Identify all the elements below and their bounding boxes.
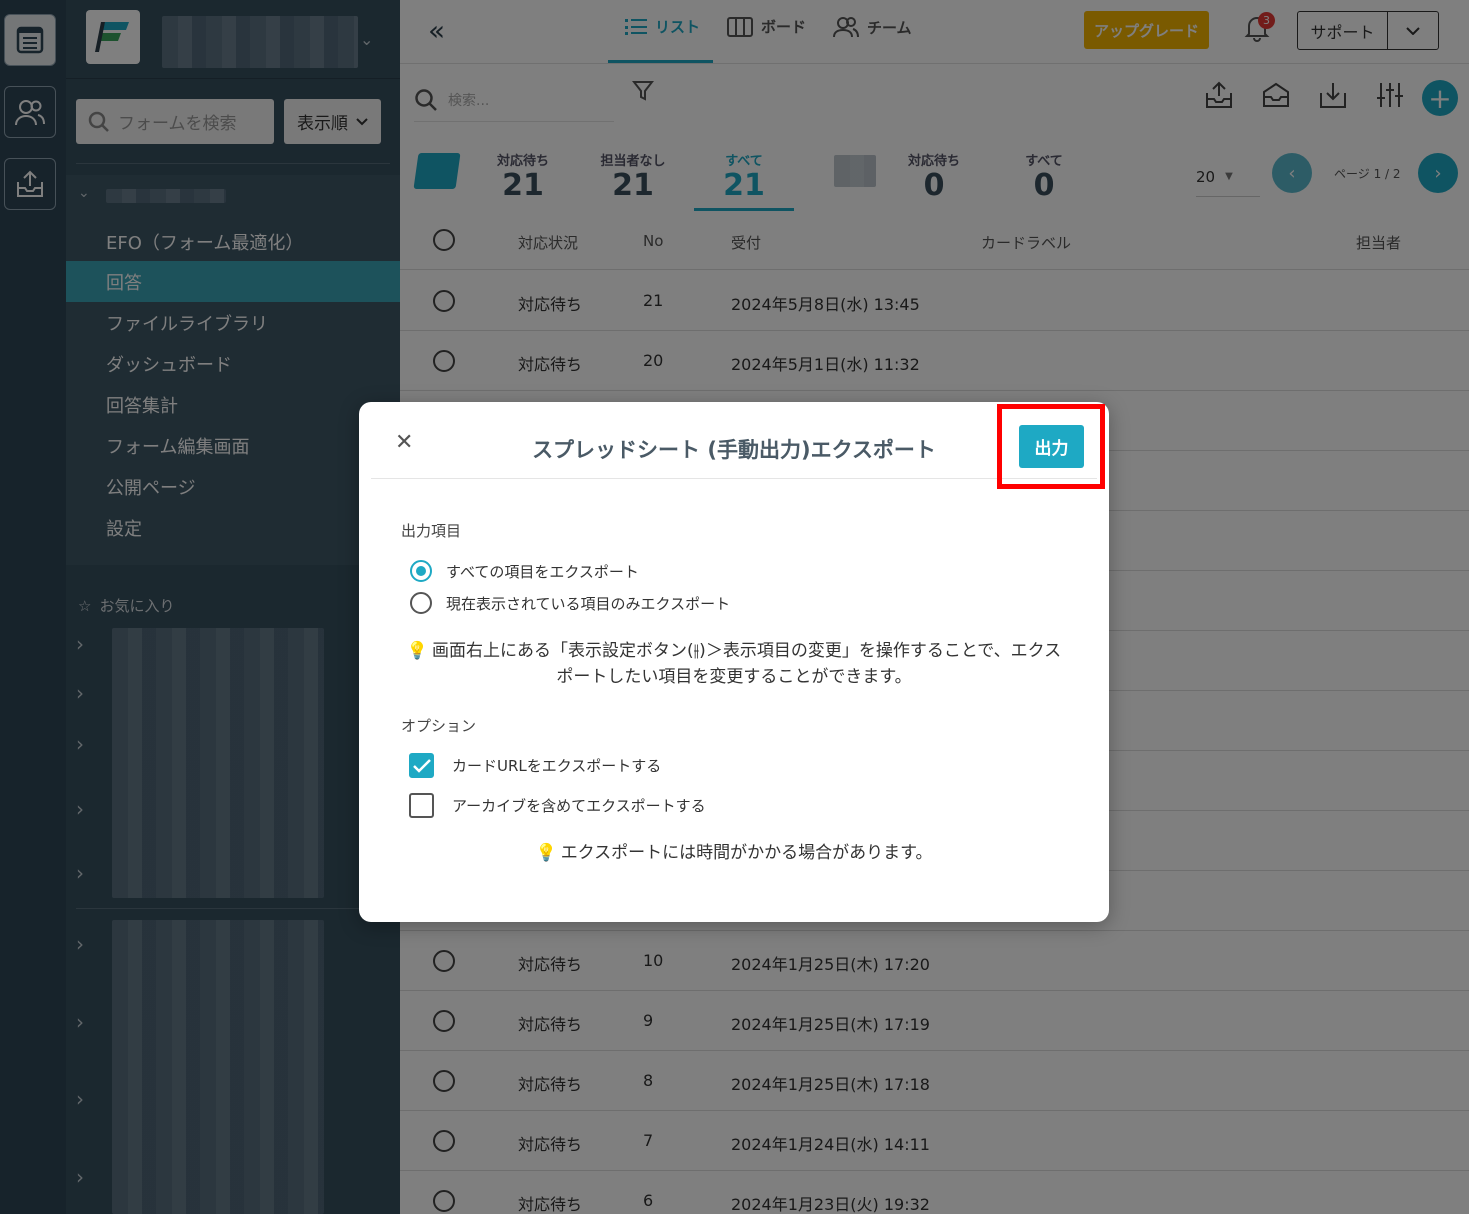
section-options: オプション	[401, 717, 477, 735]
option-card-url-label: カードURLをエクスポートする	[452, 757, 662, 775]
radio-export-visible-label: 現在表示されている項目のみエクスポート	[446, 594, 731, 613]
modal-divider	[371, 478, 1097, 479]
radio-export-visible[interactable]: 現在表示されている項目のみエクスポート	[410, 592, 730, 614]
option-include-archive-label: アーカイブを含めてエクスポートする	[452, 797, 706, 815]
export-modal: ✕ スプレッドシート (手動出力)エクスポート 出力 出力項目 すべての項目をエ…	[359, 402, 1109, 922]
radio-export-all[interactable]: すべての項目をエクスポート	[410, 560, 639, 582]
highlight-box	[997, 404, 1105, 489]
settings-hint-text: 画面右上にある「表示設定ボタン(⫲)＞表示項目の変更」を操作することで、エクスポ…	[432, 641, 1062, 687]
checkbox[interactable]	[409, 793, 434, 818]
time-hint: 💡 エクスポートには時間がかかる場合があります。	[401, 840, 1067, 866]
settings-hint: 💡 画面右上にある「表示設定ボタン(⫲)＞表示項目の変更」を操作することで、エクス…	[401, 638, 1067, 690]
radio-export-all-label: すべての項目をエクスポート	[446, 562, 639, 581]
checkbox-checked[interactable]	[409, 753, 434, 778]
option-card-url[interactable]: カードURLをエクスポートする	[409, 753, 661, 778]
time-hint-text: エクスポートには時間がかかる場合があります。	[560, 843, 933, 863]
lightbulb-icon: 💡	[535, 843, 557, 863]
checkmark-icon	[412, 758, 431, 773]
section-output-items: 出力項目	[401, 522, 462, 540]
lightbulb-icon: 💡	[406, 641, 429, 661]
radio-button-selected[interactable]	[410, 560, 432, 582]
radio-button[interactable]	[410, 592, 432, 614]
option-include-archive[interactable]: アーカイブを含めてエクスポートする	[409, 793, 706, 818]
